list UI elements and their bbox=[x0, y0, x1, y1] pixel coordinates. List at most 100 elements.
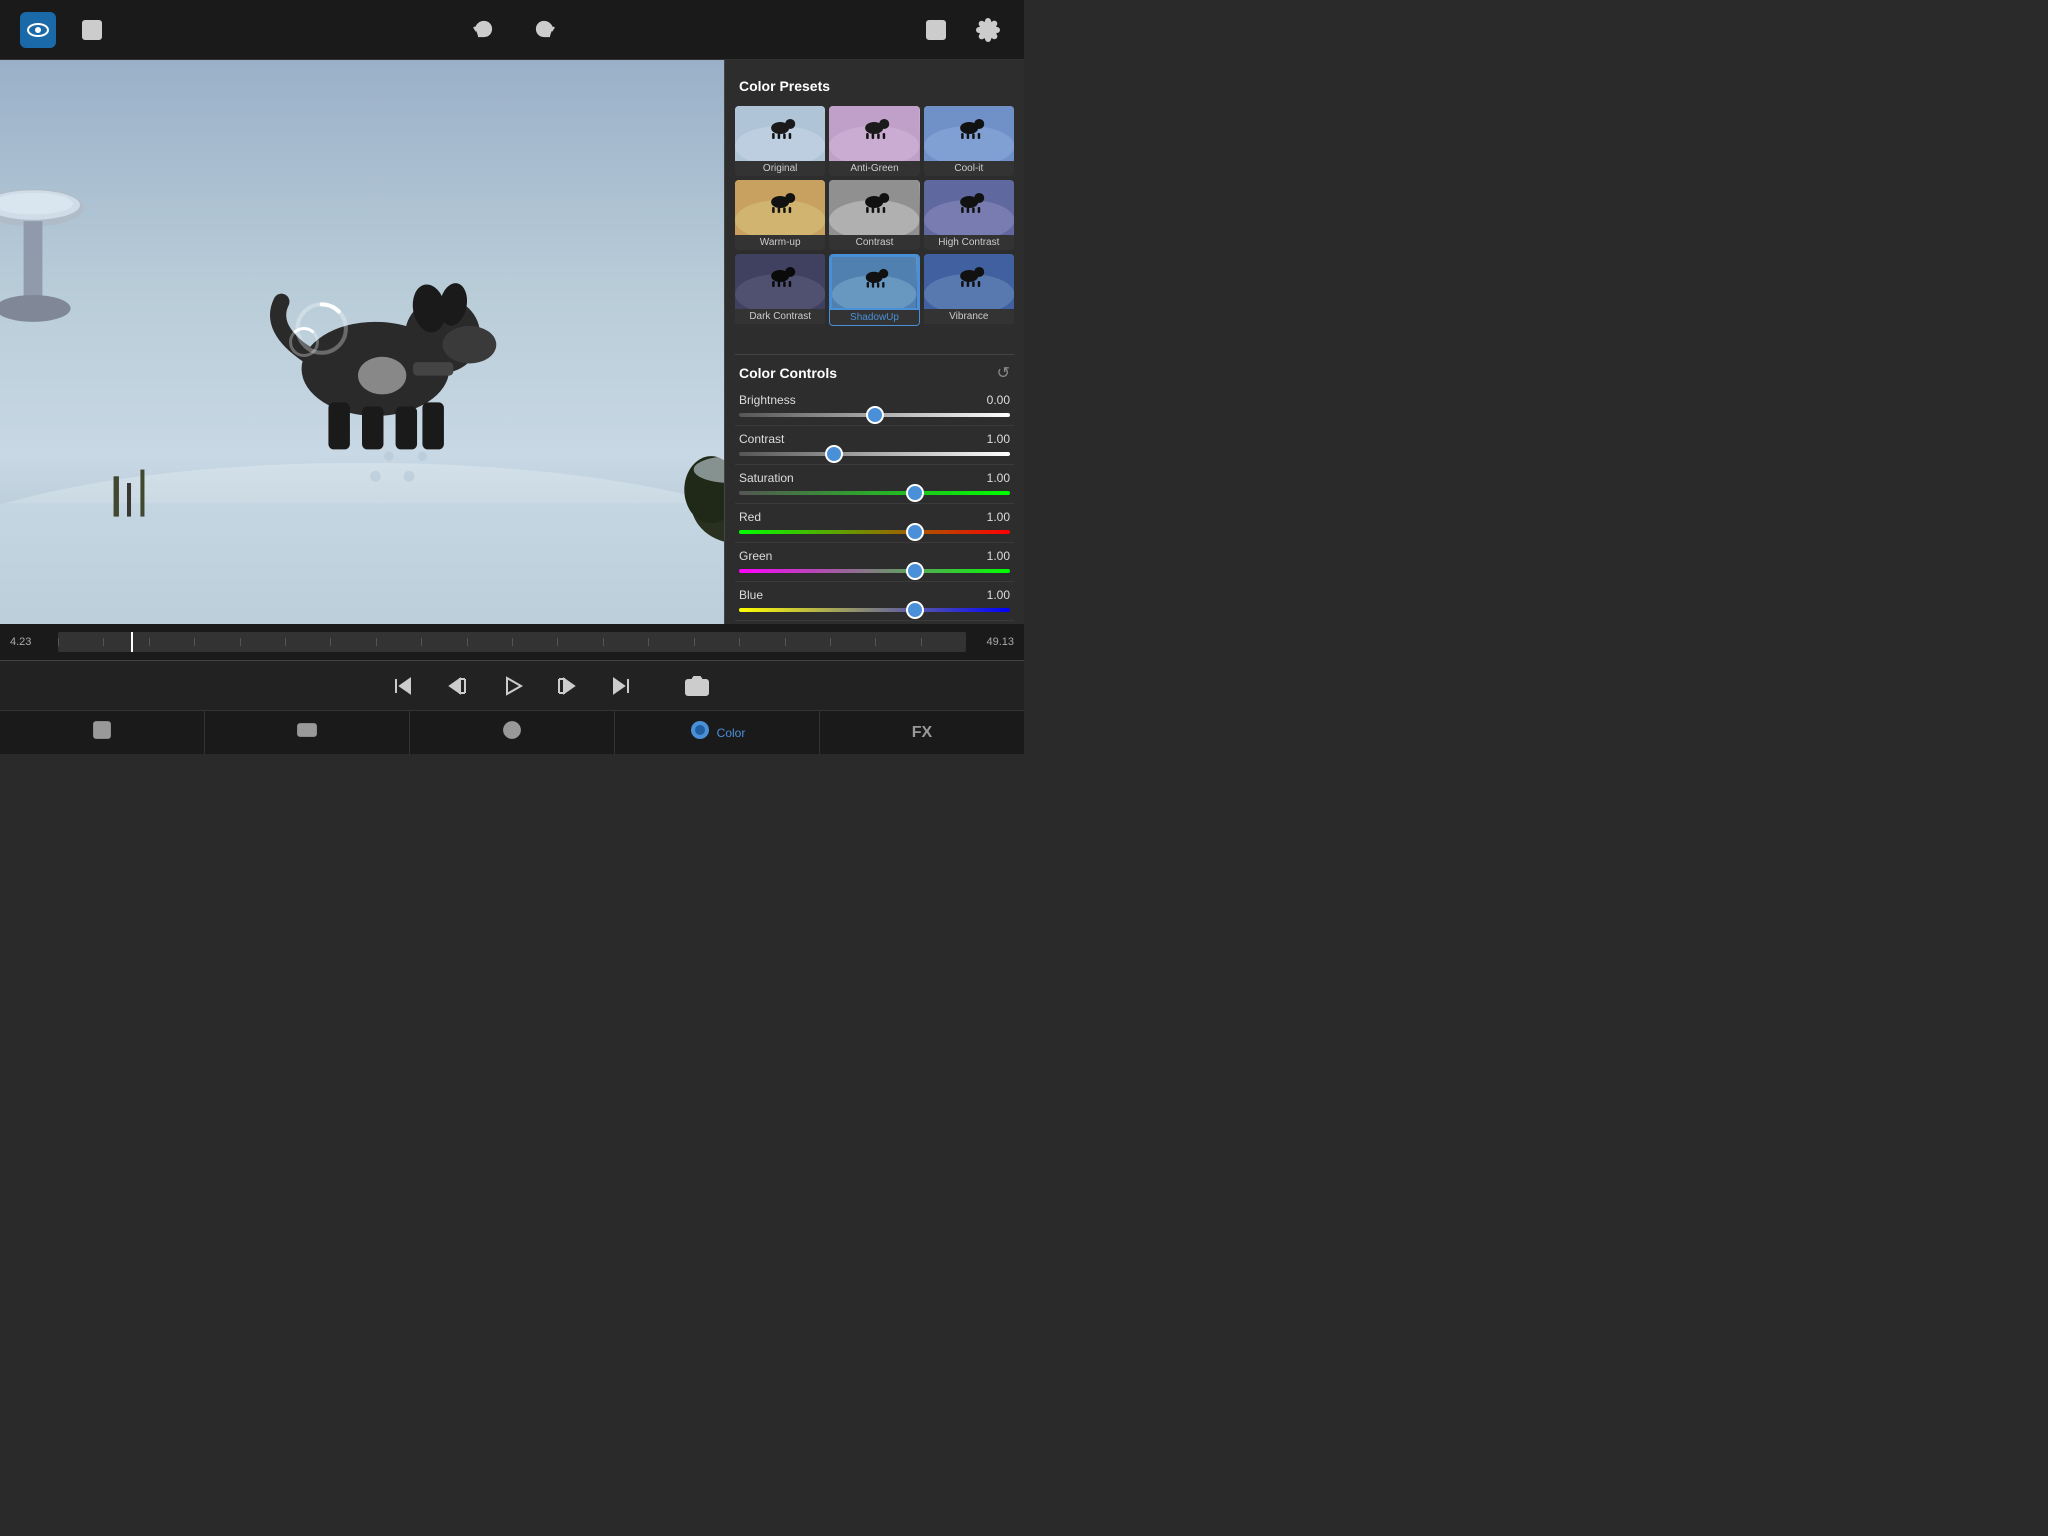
contrast-label: Contrast bbox=[739, 432, 784, 446]
preset-label-cool-it: Cool-it bbox=[924, 161, 1014, 176]
preset-thumb-warm-up bbox=[735, 180, 825, 235]
tick-16 bbox=[739, 638, 784, 646]
settings-button[interactable] bbox=[972, 14, 1004, 46]
skip-fwd-button[interactable] bbox=[609, 674, 633, 698]
preset-thumb-shadow-up bbox=[830, 255, 918, 310]
step-fwd-button[interactable] bbox=[555, 674, 579, 698]
red-label: Red bbox=[739, 510, 761, 524]
timeline-area: 4.23 49.13 bbox=[0, 624, 1024, 660]
preset-thumb-original bbox=[735, 106, 825, 161]
video-canvas bbox=[0, 60, 724, 624]
presets-title: Color Presets bbox=[735, 70, 1014, 102]
reset-button[interactable]: ↺ bbox=[997, 363, 1010, 383]
preset-contrast[interactable]: Contrast bbox=[829, 180, 919, 250]
tick-4 bbox=[194, 638, 239, 646]
contrast-row: Contrast 1.00 bbox=[735, 426, 1014, 465]
speed-tool-button[interactable] bbox=[410, 711, 615, 754]
playback-controls bbox=[391, 673, 633, 699]
presets-section: Color Presets bbox=[725, 60, 1024, 340]
video-scene bbox=[0, 60, 724, 624]
tick-1 bbox=[58, 638, 103, 646]
red-thumb[interactable] bbox=[906, 523, 924, 541]
brightness-thumb[interactable] bbox=[866, 406, 884, 424]
preset-original[interactable]: Original bbox=[735, 106, 825, 176]
color-controls-section: Color Controls ↺ Brightness 0.00 Contras… bbox=[725, 340, 1024, 624]
tick-9 bbox=[421, 638, 466, 646]
red-value: 1.00 bbox=[987, 510, 1010, 524]
preset-label-vibrance: Vibrance bbox=[924, 309, 1014, 324]
blue-value: 1.00 bbox=[987, 588, 1010, 602]
speed-icon bbox=[501, 719, 523, 746]
crop-icon bbox=[91, 719, 113, 746]
preset-anti-green[interactable]: Anti-Green bbox=[829, 106, 919, 176]
export-button[interactable] bbox=[920, 14, 952, 46]
preset-thumb-cool-it bbox=[924, 106, 1014, 161]
preset-vibrance[interactable]: Vibrance bbox=[924, 254, 1014, 326]
saturation-label: Saturation bbox=[739, 471, 794, 485]
time-end: 49.13 bbox=[974, 636, 1014, 648]
brightness-label-row: Brightness 0.00 bbox=[739, 393, 1010, 407]
app-icon bbox=[20, 12, 56, 48]
color-label: Color bbox=[717, 726, 746, 740]
preset-thumb-contrast bbox=[829, 180, 919, 235]
tick-3 bbox=[149, 638, 194, 646]
crop-tool-button[interactable] bbox=[0, 711, 205, 754]
redo-button[interactable] bbox=[529, 13, 563, 47]
preset-label-warm-up: Warm-up bbox=[735, 235, 825, 250]
trim-icon bbox=[296, 719, 318, 746]
timeline-track[interactable] bbox=[58, 632, 966, 652]
color-tool-button[interactable]: Color bbox=[615, 711, 820, 754]
contrast-thumb[interactable] bbox=[825, 445, 843, 463]
brightness-track bbox=[739, 413, 1010, 417]
skip-back-button[interactable] bbox=[391, 674, 415, 698]
green-label: Green bbox=[739, 549, 772, 563]
brightness-row: Brightness 0.00 bbox=[735, 387, 1014, 426]
trim-tool-button[interactable] bbox=[205, 711, 410, 754]
preset-high-contrast[interactable]: High Contrast bbox=[924, 180, 1014, 250]
saturation-value: 1.00 bbox=[987, 471, 1010, 485]
preset-label-dark-contrast: Dark Contrast bbox=[735, 309, 825, 324]
step-back-button[interactable] bbox=[445, 674, 469, 698]
tick-14 bbox=[648, 638, 693, 646]
tick-15 bbox=[694, 638, 739, 646]
red-label-row: Red 1.00 bbox=[739, 510, 1010, 524]
presets-title-text: Color Presets bbox=[739, 78, 830, 94]
preset-dark-contrast[interactable]: Dark Contrast bbox=[735, 254, 825, 326]
preset-shadow-up[interactable]: ShadowUp bbox=[829, 254, 919, 326]
preset-label-anti-green: Anti-Green bbox=[829, 161, 919, 176]
tick-7 bbox=[330, 638, 375, 646]
tick-20 bbox=[921, 638, 966, 646]
preset-thumb-anti-green bbox=[829, 106, 919, 161]
blue-track bbox=[739, 608, 1010, 612]
tick-18 bbox=[830, 638, 875, 646]
blue-thumb[interactable] bbox=[906, 601, 924, 619]
tick-19 bbox=[875, 638, 920, 646]
play-button[interactable] bbox=[499, 673, 525, 699]
tick-8 bbox=[376, 638, 421, 646]
fx-label: FX bbox=[912, 724, 932, 742]
timeline-playhead[interactable] bbox=[131, 632, 133, 652]
color-icon bbox=[689, 719, 711, 746]
undo-button[interactable] bbox=[465, 13, 499, 47]
top-bar-right bbox=[920, 14, 1004, 46]
right-panel: Color Presets bbox=[724, 60, 1024, 624]
color-controls-header: Color Controls ↺ bbox=[735, 354, 1014, 387]
brightness-label: Brightness bbox=[739, 393, 796, 407]
blue-label: Blue bbox=[739, 588, 763, 602]
top-bar bbox=[0, 0, 1024, 60]
preset-cool-it[interactable]: Cool-it bbox=[924, 106, 1014, 176]
blue-row: Blue 1.00 bbox=[735, 582, 1014, 621]
preset-thumb-vibrance bbox=[924, 254, 1014, 309]
import-button[interactable] bbox=[76, 14, 108, 46]
preset-label-high-contrast: High Contrast bbox=[924, 235, 1014, 250]
playback-bar bbox=[0, 660, 1024, 710]
fx-tool-button[interactable]: FX bbox=[820, 711, 1024, 754]
saturation-thumb[interactable] bbox=[906, 484, 924, 502]
saturation-track bbox=[739, 491, 1010, 495]
screenshot-button[interactable] bbox=[685, 674, 709, 698]
contrast-track bbox=[739, 452, 1010, 456]
loading-indicator bbox=[289, 327, 319, 357]
green-thumb[interactable] bbox=[906, 562, 924, 580]
preset-warm-up[interactable]: Warm-up bbox=[735, 180, 825, 250]
red-track bbox=[739, 530, 1010, 534]
